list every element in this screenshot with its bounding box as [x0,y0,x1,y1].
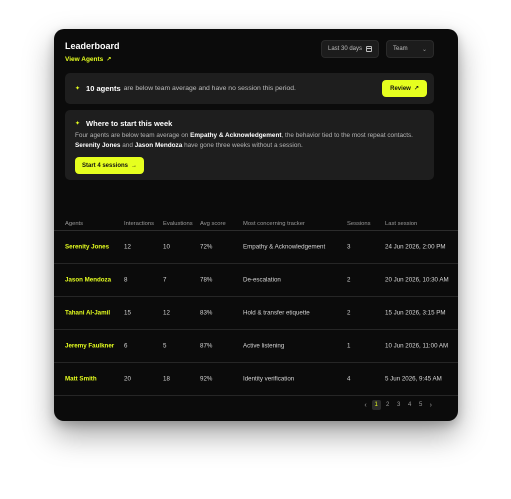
last-session-cell: 5 Jun 2026, 9:45 AM [385,375,442,383]
alert-count: 10 agents [86,84,121,93]
agent-name-link[interactable]: Matt Smith [65,375,97,384]
tracker-cell: Identity verification [243,375,295,383]
arrow-right-icon: → [131,162,138,169]
table-row[interactable]: Matt Smith 20 18 92% Identity verificati… [54,363,458,396]
table-header-row: Agents Interactions Evalustions Avg scor… [54,215,458,231]
agent-name-link[interactable]: Jason Mendoza [65,276,111,285]
last-session-cell: 15 Jun 2026, 3:15 PM [385,309,446,317]
start-sessions-label: Start 4 sessions [81,162,129,169]
sessions-cell: 2 [347,309,351,317]
evaluations-cell: 7 [163,276,167,284]
arrow-up-right-icon: ↗ [106,57,112,63]
interactions-cell: 12 [124,243,131,251]
header-last-session[interactable]: Last session [385,220,455,229]
where-to-start-panel: ✦ Where to start this week Four agents a… [65,110,434,180]
tracker-cell: De-escalation [243,276,281,284]
evaluations-cell: 10 [163,243,170,251]
page-5-button[interactable]: 5 [417,400,425,410]
pagination: ‹ 1 2 3 4 5 › [362,400,434,410]
period-filter-dropdown[interactable]: Last 30 days [321,40,379,58]
review-button-label: Review [390,85,411,92]
start-sessions-button[interactable]: Start 4 sessions → [75,157,144,174]
sessions-cell: 3 [347,243,351,251]
interactions-cell: 20 [124,375,131,383]
evaluations-cell: 5 [163,342,167,350]
view-agents-label: View Agents [65,56,104,63]
view-agents-link[interactable]: View Agents ↗ [65,56,111,63]
calendar-icon [366,46,372,52]
tracker-cell: Empathy & Acknowledgement [243,243,326,251]
desc-agent: Serenity Jones [75,142,121,149]
avg-score-cell: 78% [200,276,213,284]
agent-name-link[interactable]: Jeremy Faulkner [65,342,114,351]
start-title: Where to start this week [86,119,173,128]
interactions-cell: 6 [124,342,128,350]
chevron-left-icon[interactable]: ‹ [362,402,368,409]
tracker-cell: Hold & transfer etiquette [243,309,310,317]
agent-name-link[interactable]: Tahani Al-Jamil [65,309,110,318]
avg-score-cell: 87% [200,342,213,350]
sessions-cell: 1 [347,342,351,350]
interactions-cell: 15 [124,309,131,317]
last-session-cell: 24 Jun 2026, 2:00 PM [385,243,446,251]
page-3-button[interactable]: 3 [395,400,403,410]
chevron-right-icon[interactable]: › [428,402,434,409]
leaderboard-card: Leaderboard View Agents ↗ Last 30 days T… [54,29,458,421]
start-description: Four agents are below team average on Em… [75,131,425,151]
page-2-button[interactable]: 2 [384,400,392,410]
table-row[interactable]: Tahani Al-Jamil 15 12 83% Hold & transfe… [54,297,458,330]
header-sessions[interactable]: Sessions [347,220,371,229]
page-title: Leaderboard [65,41,120,51]
desc-tracker: Empathy & Acknowledgement [190,132,282,139]
avg-score-cell: 83% [200,309,213,317]
review-button[interactable]: Review ↗ [382,80,427,97]
desc-text: have gone three weeks without a session. [184,142,303,149]
header-interactions[interactable]: Interactions [124,220,154,229]
tracker-cell: Active listening [243,342,285,350]
header-evaluations[interactable]: Evalustions [163,220,193,229]
desc-text: Four agents are below team average on [75,132,189,139]
page-1-button[interactable]: 1 [371,400,381,410]
evaluations-cell: 18 [163,375,170,383]
header-avg-score[interactable]: Avg score [200,220,226,229]
agents-alert-banner: ✦ 10 agents are below team average and h… [65,73,434,104]
page-4-button[interactable]: 4 [406,400,414,410]
alert-text: are below team average and have no sessi… [123,85,296,92]
header-tracker[interactable]: Most concerning tracker [243,220,305,229]
desc-text: , the behavior tied to the most repeat c… [281,132,413,139]
start-heading: ✦ Where to start this week [75,119,172,128]
agent-name-link[interactable]: Serenity Jones [65,243,109,252]
arrow-up-right-icon: ↗ [413,86,419,92]
table-row[interactable]: Jason Mendoza 8 7 78% De-escalation 2 20… [54,264,458,297]
sessions-cell: 2 [347,276,351,284]
team-filter-dropdown[interactable]: Team ⌄ [386,40,434,58]
last-session-cell: 20 Jun 2026, 10:30 AM [385,276,449,284]
desc-text: and [122,142,133,149]
sparkle-icon: ✦ [75,86,81,92]
period-filter-label: Last 30 days [328,46,363,52]
desc-agent: Jason Mendoza [134,142,183,149]
header-agents[interactable]: Agents [65,220,83,229]
leaderboard-table: Agents Interactions Evalustions Avg scor… [54,215,458,396]
interactions-cell: 8 [124,276,128,284]
last-session-cell: 10 Jun 2026, 11:00 AM [385,342,449,350]
avg-score-cell: 92% [200,375,213,383]
table-row[interactable]: Jeremy Faulkner 6 5 87% Active listening… [54,330,458,363]
table-row[interactable]: Serenity Jones 12 10 72% Empathy & Ackno… [54,231,458,264]
sessions-cell: 4 [347,375,351,383]
sparkle-icon: ✦ [75,121,81,127]
team-filter-label: Team [393,46,408,52]
chevron-down-icon: ⌄ [421,46,427,53]
avg-score-cell: 72% [200,243,213,251]
evaluations-cell: 12 [163,309,170,317]
